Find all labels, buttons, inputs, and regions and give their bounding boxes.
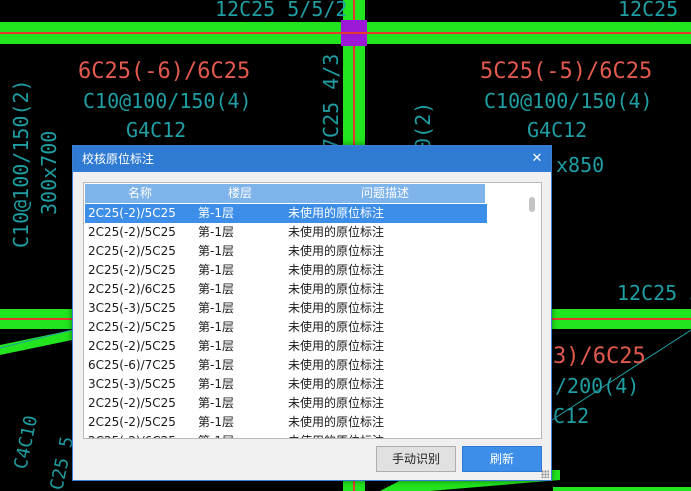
table-row[interactable]: 6C25(-6)/7C25 第-1层 未使用的原位标注: [85, 356, 487, 375]
issue-list[interactable]: 名称 楼层 问题描述 2C25(-2)/5C25 第-1层 未使用的原位标注 2C25…: [83, 182, 542, 439]
table-row[interactable]: 2C25(-2)/5C25 第-1层 未使用的原位标注: [85, 204, 487, 223]
row-desc-cell: 未使用的原位标注: [288, 263, 385, 277]
row-name-cell: 2C25(-2)/5C25: [88, 320, 176, 334]
table-row[interactable]: 2C25(-2)/6C25 第-1层 未使用的原位标注: [85, 432, 487, 438]
row-desc-cell: 未使用的原位标注: [288, 225, 385, 239]
row-floor-cell: 第-1层: [198, 320, 234, 334]
row-desc-cell: 未使用的原位标注: [288, 320, 385, 334]
cad-label: C12: [553, 404, 589, 428]
refresh-button[interactable]: 刷新: [462, 446, 542, 472]
row-floor-cell: 第-1层: [198, 339, 234, 353]
row-desc-cell: 未使用的原位标注: [288, 282, 385, 296]
row-desc-cell: 未使用的原位标注: [288, 206, 385, 220]
row-floor-cell: 第-1层: [198, 358, 234, 372]
column-header-desc[interactable]: 问题描述: [285, 184, 485, 203]
cad-label: 7C25 4/3: [319, 54, 343, 150]
row-floor-cell: 第-1层: [198, 282, 234, 296]
table-row[interactable]: 3C25(-3)/5C25 第-1层 未使用的原位标注: [85, 375, 487, 394]
cad-label: /200(4): [555, 374, 639, 398]
row-desc-cell: 未使用的原位标注: [288, 301, 385, 315]
row-name-cell: 2C25(-2)/5C25: [88, 339, 176, 353]
cad-label: 12C25 5: [617, 281, 691, 305]
row-desc-cell: 未使用的原位标注: [288, 415, 385, 429]
row-name-cell: 2C25(-2)/6C25: [88, 432, 176, 438]
row-desc-cell: 未使用的原位标注: [288, 244, 385, 258]
row-name-cell: 3C25(-3)/5C25: [88, 377, 176, 391]
cad-label: C10@100/150(4): [83, 89, 252, 113]
row-name-cell: 2C25(-2)/6C25: [88, 282, 176, 296]
row-name-cell: 2C25(-2)/5C25: [88, 396, 176, 410]
row-name-cell: 2C25(-2)/5C25: [88, 206, 176, 220]
table-row[interactable]: 2C25(-2)/6C25 第-1层 未使用的原位标注: [85, 280, 487, 299]
resize-grip-icon[interactable]: [541, 470, 549, 478]
row-name-cell: 2C25(-2)/5C25: [88, 244, 176, 258]
cad-label: C10@100/150(4): [484, 89, 653, 113]
vertical-scrollbar[interactable]: [524, 183, 541, 438]
table-row[interactable]: 2C25(-2)/5C25 第-1层 未使用的原位标注: [85, 318, 487, 337]
table-row[interactable]: 2C25(-2)/5C25 第-1层 未使用的原位标注: [85, 413, 487, 432]
cad-label: 12C25: [618, 0, 678, 21]
table-row[interactable]: 2C25(-2)/5C25 第-1层 未使用的原位标注: [85, 223, 487, 242]
row-floor-cell: 第-1层: [198, 396, 234, 410]
scrollbar-thumb[interactable]: [529, 197, 535, 212]
row-name-cell: 3C25(-3)/5C25: [88, 301, 176, 315]
row-name-cell: 6C25(-6)/7C25: [88, 358, 176, 372]
row-name-cell: 2C25(-2)/5C25: [88, 263, 176, 277]
row-floor-cell: 第-1层: [198, 225, 234, 239]
list-rows: 2C25(-2)/5C25 第-1层 未使用的原位标注 2C25(-2)/5C25 第-…: [85, 204, 487, 438]
row-floor-cell: 第-1层: [198, 301, 234, 315]
cad-label: C10@100/150(2): [9, 79, 33, 248]
cad-label: G4C12: [126, 118, 186, 142]
row-floor-cell: 第-1层: [198, 432, 234, 438]
table-row[interactable]: 3C25(-3)/5C25 第-1层 未使用的原位标注: [85, 299, 487, 318]
row-name-cell: 2C25(-2)/5C25: [88, 415, 176, 429]
table-row[interactable]: 2C25(-2)/5C25 第-1层 未使用的原位标注: [85, 242, 487, 261]
column-header-name[interactable]: 名称: [85, 184, 195, 203]
manual-identify-button[interactable]: 手动识别: [376, 446, 456, 472]
check-annotation-dialog: 校核原位标注 ✕ 名称 楼层 问题描述 2C25(-2)/5C25 第-1层 未使用…: [72, 145, 552, 481]
row-floor-cell: 第-1层: [198, 263, 234, 277]
close-icon[interactable]: ✕: [527, 149, 547, 169]
row-floor-cell: 第-1层: [198, 377, 234, 391]
cad-label: 3)/6C25: [553, 344, 646, 369]
row-name-cell: 2C25(-2)/5C25: [88, 225, 176, 239]
row-desc-cell: 未使用的原位标注: [288, 339, 385, 353]
dialog-titlebar[interactable]: 校核原位标注 ✕: [73, 146, 551, 172]
table-row[interactable]: 2C25(-2)/5C25 第-1层 未使用的原位标注: [85, 261, 487, 280]
table-row[interactable]: 2C25(-2)/5C25 第-1层 未使用的原位标注: [85, 337, 487, 356]
cad-label: 0(2): [411, 102, 435, 150]
row-desc-cell: 未使用的原位标注: [288, 432, 384, 438]
row-desc-cell: 未使用的原位标注: [288, 358, 385, 372]
cad-label: G4C12: [527, 118, 587, 142]
cad-label: 5C25(-5)/6C25: [480, 59, 652, 84]
row-desc-cell: 未使用的原位标注: [288, 396, 385, 410]
column-header-floor[interactable]: 楼层: [195, 184, 285, 203]
cad-label: 12C25 5/5/2: [215, 0, 347, 21]
dialog-title: 校核原位标注: [82, 152, 155, 166]
list-header: 名称 楼层 问题描述: [85, 184, 485, 203]
row-desc-cell: 未使用的原位标注: [288, 377, 385, 391]
row-floor-cell: 第-1层: [198, 415, 234, 429]
beam-bottom-edge[interactable]: [553, 487, 691, 491]
row-floor-cell: 第-1层: [198, 244, 234, 258]
row-floor-cell: 第-1层: [198, 206, 234, 220]
cad-label: 6C25(-6)/6C25: [78, 59, 250, 84]
cad-label: 300x700: [37, 131, 61, 215]
cad-label: x850: [556, 153, 604, 177]
table-row[interactable]: 2C25(-2)/5C25 第-1层 未使用的原位标注: [85, 394, 487, 413]
